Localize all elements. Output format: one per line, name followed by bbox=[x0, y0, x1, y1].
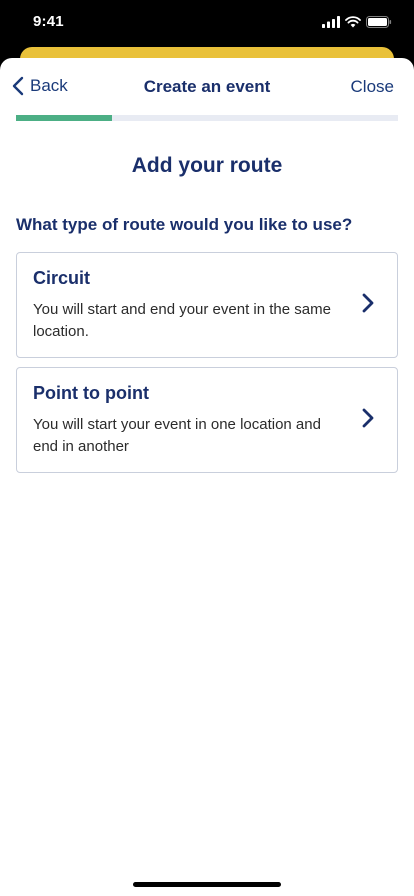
option-description: You will start and end your event in the… bbox=[33, 301, 331, 340]
cellular-signal-icon bbox=[322, 16, 340, 28]
navigation-bar: Back Create an event Close bbox=[0, 58, 414, 114]
status-time: 9:41 bbox=[33, 13, 64, 30]
status-bar: 9:41 bbox=[0, 0, 414, 48]
progress-fill bbox=[16, 115, 112, 121]
modal-sheet: Back Create an event Close Add your rout… bbox=[0, 58, 414, 896]
chevron-right-icon bbox=[362, 408, 374, 428]
close-button[interactable]: Close bbox=[351, 77, 394, 97]
point-to-point-option-card[interactable]: Point to point You will start your event… bbox=[16, 367, 398, 473]
wifi-icon bbox=[345, 16, 361, 28]
progress-bar bbox=[16, 115, 398, 121]
page-title: Add your route bbox=[131, 154, 283, 177]
option-title: Point to point bbox=[33, 383, 149, 403]
option-title: Circuit bbox=[33, 268, 91, 288]
status-icons bbox=[322, 15, 392, 29]
option-description: You will start your event in one locatio… bbox=[33, 416, 321, 455]
circuit-option-card[interactable]: Circuit You will start and end your even… bbox=[16, 252, 398, 358]
battery-icon bbox=[366, 16, 392, 28]
chevron-right-icon bbox=[362, 293, 374, 313]
home-indicator bbox=[133, 882, 281, 887]
route-type-question: What type of route would you like to use… bbox=[16, 215, 353, 234]
